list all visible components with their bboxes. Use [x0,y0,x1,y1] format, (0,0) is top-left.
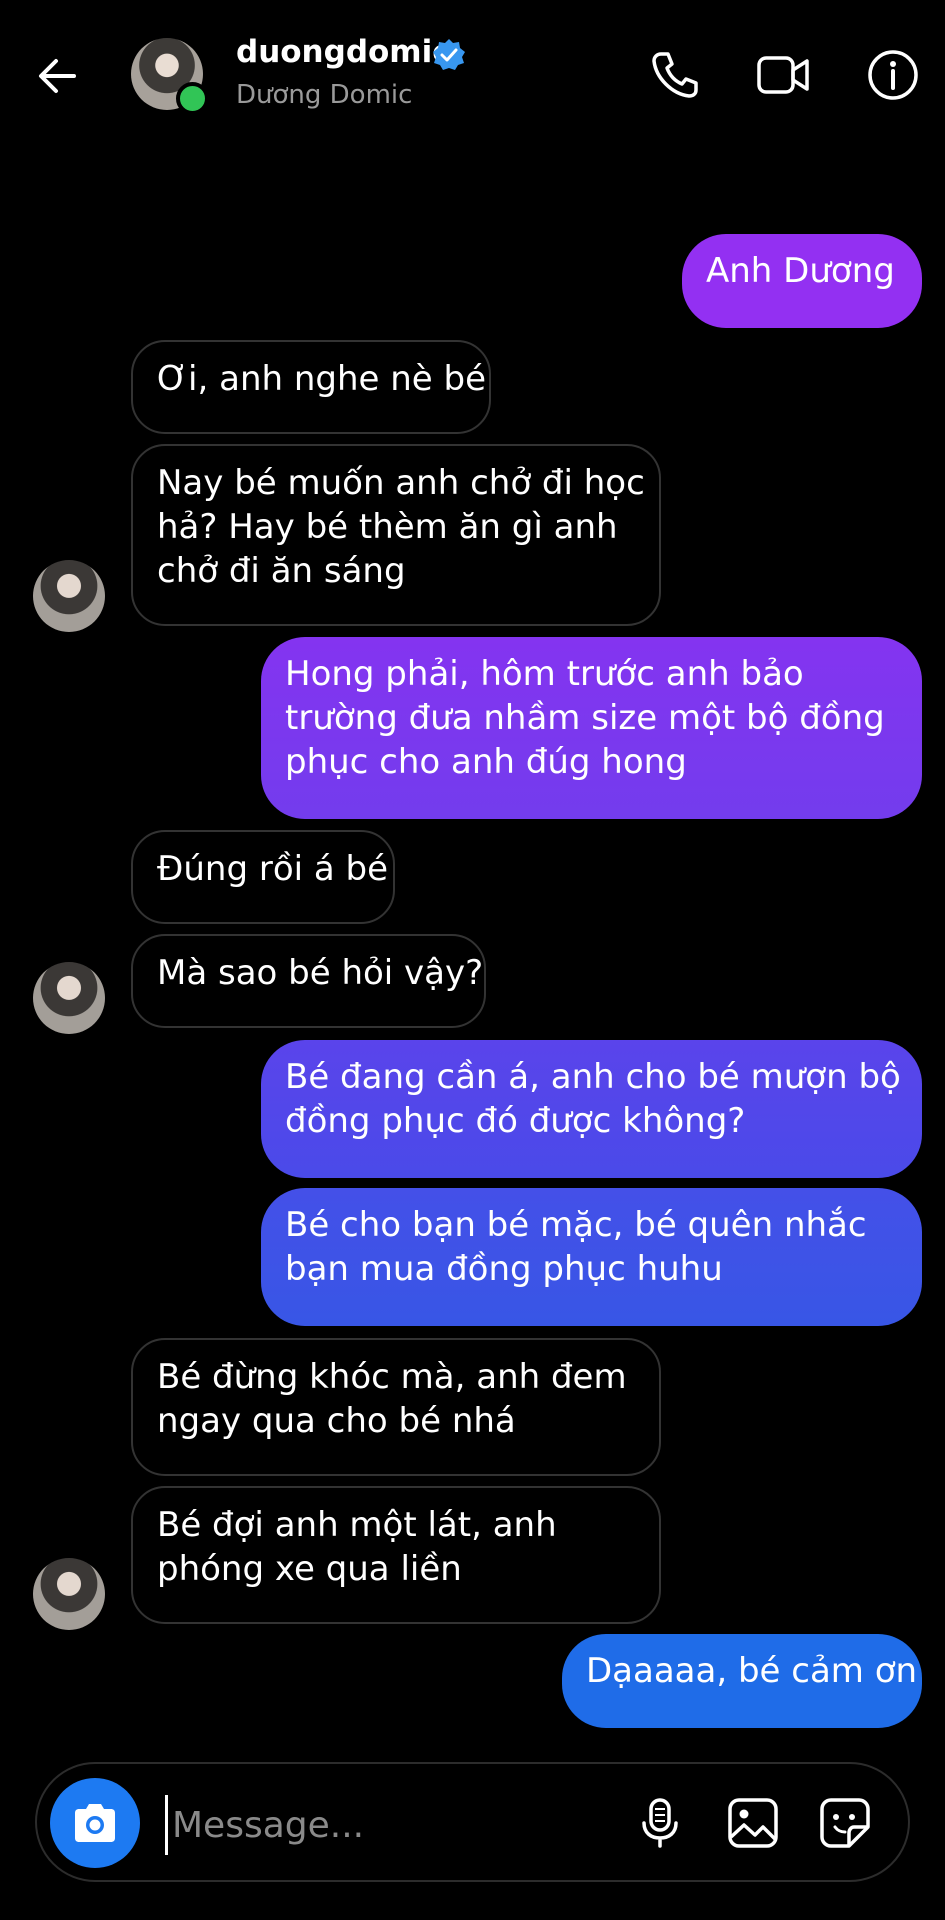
camera-icon [75,1804,115,1842]
message-input[interactable] [165,1795,624,1855]
sender-avatar[interactable] [33,560,105,632]
message-incoming[interactable]: Nay bé muốn anh chở đi học hả? Hay bé th… [131,444,661,626]
camera-button[interactable] [50,1778,140,1868]
chat-header: duongdomic Dương Domic [0,0,945,150]
message-incoming[interactable]: Ơi, anh nghe nè bé [131,340,491,434]
message-incoming[interactable]: Mà sao bé hỏi vậy? [131,934,486,1028]
full-name: Dương Domic [236,80,413,110]
message-incoming[interactable]: Đúng rồi á bé [131,830,395,924]
info-icon[interactable] [866,48,920,102]
phone-icon[interactable] [648,48,702,102]
message-outgoing[interactable]: Hong phải, hôm trước anh bảo trường đưa … [261,637,922,819]
message-incoming[interactable]: Bé đừng khóc mà, anh đem ngay qua cho bé… [131,1338,661,1476]
image-icon[interactable] [727,1797,779,1849]
online-status-dot [176,82,209,115]
sticker-icon[interactable] [819,1797,871,1849]
video-camera-icon[interactable] [756,48,810,102]
message-incoming[interactable]: Bé đợi anh một lát, anh phóng xe qua liề… [131,1486,661,1624]
sender-avatar[interactable] [33,1558,105,1630]
message-outgoing[interactable]: Dạaaaa, bé cảm ơn [562,1634,922,1728]
back-arrow-icon[interactable] [30,48,86,104]
message-outgoing[interactable]: Anh Dương [682,234,922,328]
microphone-icon[interactable] [634,1797,686,1849]
message-outgoing[interactable]: Bé đang cần á, anh cho bé mượn bộ đồng p… [261,1040,922,1178]
sender-avatar[interactable] [33,962,105,1034]
verified-badge-icon [433,39,465,70]
message-outgoing[interactable]: Bé cho bạn bé mặc, bé quên nhắc bạn mua … [261,1188,922,1326]
username[interactable]: duongdomic [236,34,451,70]
